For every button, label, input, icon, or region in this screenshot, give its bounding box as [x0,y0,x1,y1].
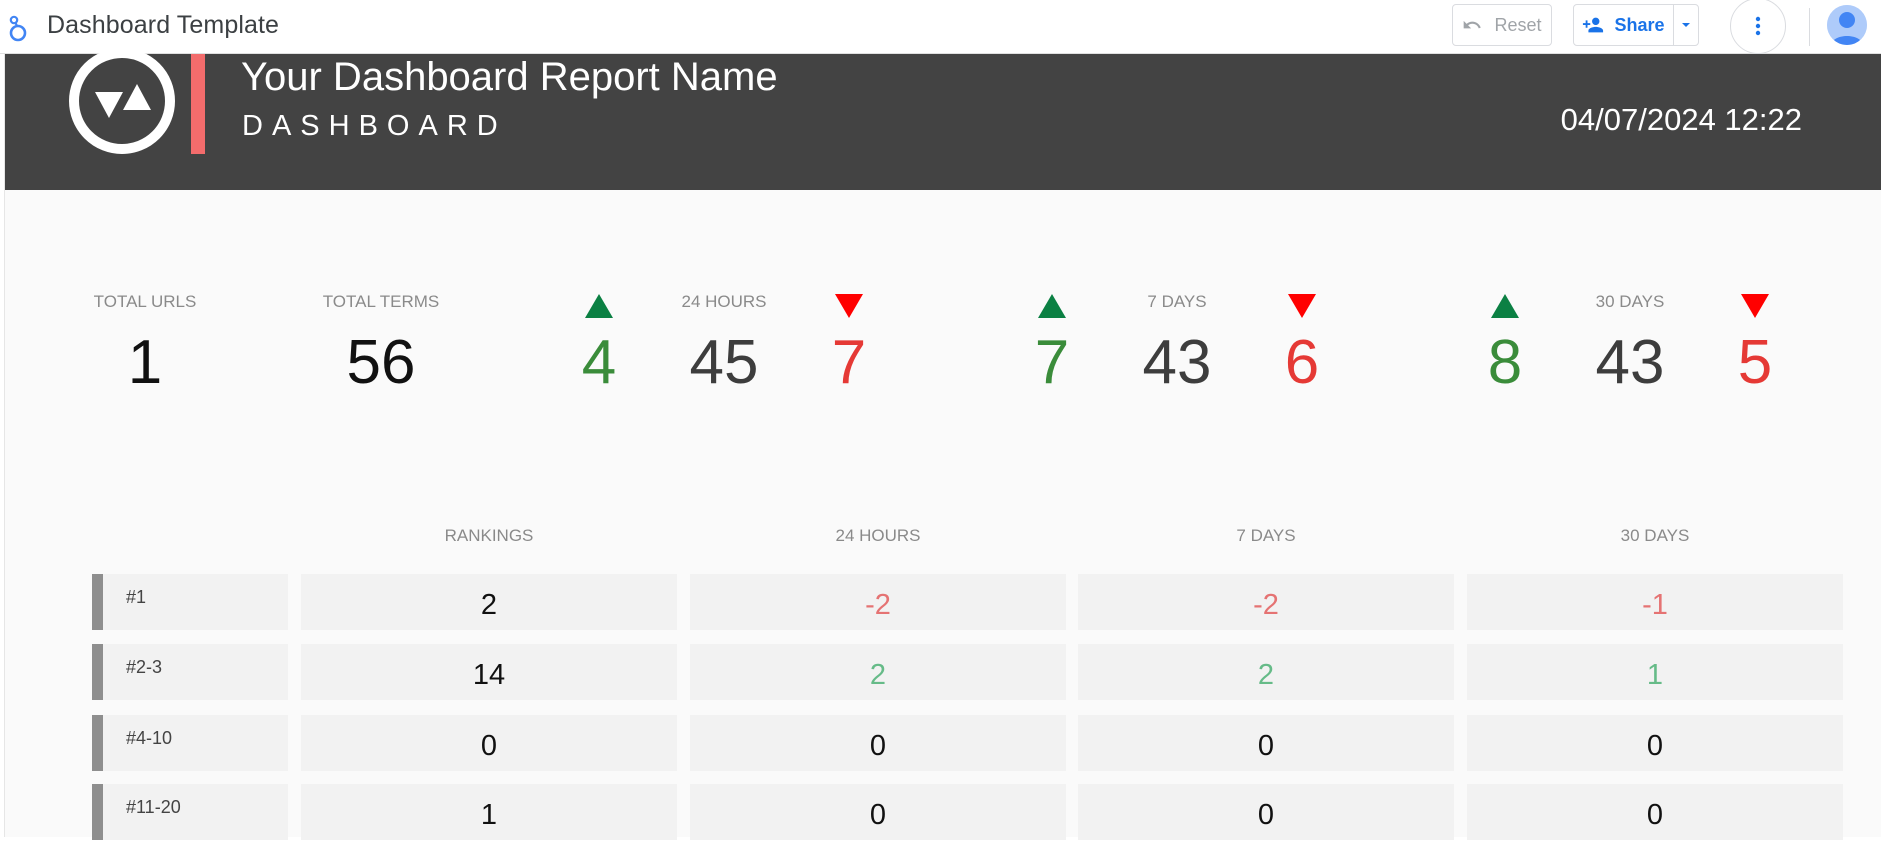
rankings-cell: 2 [301,574,677,630]
kpi-24h-up[interactable]: 4 [554,294,644,394]
reset-label: Reset [1494,14,1542,35]
kpi-label: TOTAL URLS [93,292,197,311]
kpi-down-value: 6 [1284,328,1320,397]
accent-bar [191,54,205,154]
report-header: Your Dashboard Report Name DASHBOARD 04/… [5,48,1881,190]
caret-down-icon [1682,23,1690,27]
column-header-30d: 30 DAYS [1620,526,1690,545]
kpi-total-urls[interactable]: TOTAL URLS 1 [55,292,235,394]
row-label: #11-20 [126,797,181,817]
row-label: #4-10 [126,728,173,748]
kpi-label: 30 DAYS [1595,292,1665,311]
triangle-down-icon [835,294,863,318]
document-title[interactable]: Dashboard Template [47,11,279,40]
account-avatar[interactable] [1827,5,1867,45]
kpi-up-value: 4 [581,328,617,397]
change-30d-cell: 0 [1467,784,1843,840]
kpi-value: 43 [1142,328,1212,397]
kpi-up-value: 8 [1487,328,1523,397]
toolbar-divider [1809,8,1810,46]
column-header-24h: 24 HOURS [835,526,921,545]
kpi-down-value: 7 [831,328,867,397]
kpi-30d-down[interactable]: 5 [1710,294,1800,394]
change-24h-cell: 0 [690,784,1066,840]
row-label-cell: #11-20 [92,784,288,840]
change-7d-cell: 0 [1078,715,1454,771]
change-30d-cell: -1 [1467,574,1843,630]
row-label: #1 [126,587,147,607]
change-7d-cell: -2 [1078,574,1454,630]
kpi-label: 24 HOURS [681,292,767,311]
report-title: Your Dashboard Report Name [241,55,778,99]
kpi-24h-down[interactable]: 7 [804,294,894,394]
row-label: #2-3 [126,657,163,677]
looker-studio-logo-icon[interactable] [7,12,29,42]
change-24h-cell: -2 [690,574,1066,630]
kpi-value: 43 [1595,328,1665,397]
kpi-total-terms[interactable]: TOTAL TERMS 56 [291,292,471,394]
change-7d-cell: 0 [1078,784,1454,840]
rankings-cell: 1 [301,784,677,840]
kpi-7d-up[interactable]: 7 [1007,294,1097,394]
undo-icon [1464,20,1482,29]
brand-logo-icon [69,48,175,154]
app-bar: Dashboard Template Reset Share [0,0,1881,54]
triangle-up-icon [1491,294,1519,318]
column-header-7d: 7 DAYS [1236,526,1296,545]
triangle-up-icon [585,294,613,318]
table-row[interactable]: #2-3 14 2 2 1 [5,644,1881,700]
reset-button[interactable]: Reset [1452,4,1552,46]
kpi-7d[interactable]: 7 DAYS 43 [1087,292,1267,394]
more-vert-icon [1755,16,1761,36]
row-label-cell: #2-3 [92,644,288,700]
row-label-cell: #1 [92,574,288,630]
report-subtitle: DASHBOARD [242,110,507,142]
add-person-icon [1583,17,1604,33]
report-canvas: Your Dashboard Report Name DASHBOARD 04/… [4,48,1881,840]
kpi-24h[interactable]: 24 HOURS 45 [634,292,814,394]
table-row[interactable]: #1 2 -2 -2 -1 [5,574,1881,630]
kpi-label: TOTAL TERMS [322,292,440,311]
kpi-30d[interactable]: 30 DAYS 43 [1540,292,1720,394]
kpi-7d-down[interactable]: 6 [1257,294,1347,394]
column-header-rankings: RANKINGS [444,526,534,545]
kpi-value: 56 [346,328,416,397]
row-label-cell: #4-10 [92,715,288,771]
person-icon [1827,5,1867,45]
change-30d-cell: 0 [1467,715,1843,771]
kpi-value: 1 [127,328,163,397]
table-row[interactable]: #4-10 0 0 0 0 [5,715,1881,771]
kpi-30d-up[interactable]: 8 [1460,294,1550,394]
share-button-group: Share [1573,4,1699,46]
kpi-label: 7 DAYS [1147,292,1207,311]
share-button[interactable]: Share [1574,5,1673,45]
change-24h-cell: 2 [690,644,1066,700]
share-dropdown-button[interactable] [1673,5,1698,45]
report-datetime: 04/07/2024 12:22 [1560,102,1802,137]
triangle-up-icon [1038,294,1066,318]
change-24h-cell: 0 [690,715,1066,771]
table-row[interactable]: #11-20 1 0 0 0 [5,784,1881,840]
triangle-down-icon [1741,294,1769,318]
triangle-down-icon [1288,294,1316,318]
share-label: Share [1614,14,1665,35]
more-options-button[interactable] [1730,0,1786,54]
kpi-up-value: 7 [1034,328,1070,397]
kpi-value: 45 [689,328,759,397]
kpi-down-value: 5 [1737,328,1773,397]
rankings-cell: 0 [301,715,677,771]
rankings-cell: 14 [301,644,677,700]
change-7d-cell: 2 [1078,644,1454,700]
change-30d-cell: 1 [1467,644,1843,700]
